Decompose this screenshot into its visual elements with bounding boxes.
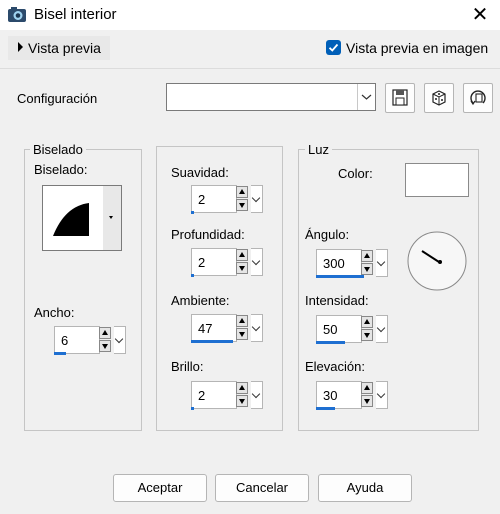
shininess-label: Brillo: [168,359,207,374]
angle-up-arrow-icon[interactable] [361,250,373,262]
ambient-spinner[interactable]: 47 [191,314,265,344]
ambient-up-arrow-icon[interactable] [236,315,248,327]
smoothness-level-bar [191,211,194,214]
depth-label: Profundidad: [168,227,248,242]
width-level-bar [54,352,66,355]
shininess-input[interactable]: 2 [191,381,237,409]
preview-in-image-label: Vista previa en imagen [346,40,489,56]
bevel-label: Biselado: [34,162,88,177]
ambient-input[interactable]: 47 [191,314,237,342]
shininess-up-arrow-icon[interactable] [236,382,248,394]
angle-input[interactable]: 300 [316,249,362,277]
angle-label: Ángulo: [305,227,350,242]
angle-dropdown-chevron-icon[interactable] [376,249,388,277]
save-preset-button[interactable] [385,83,415,113]
window-title: Bisel interior [34,6,117,23]
smoothness-up-arrow-icon[interactable] [236,186,248,198]
bevel-shape-picker[interactable] [42,185,122,251]
width-spinner[interactable]: 6 [54,326,128,356]
angle-down-arrow-icon[interactable] [361,263,373,275]
shininess-spinner[interactable]: 2 [191,381,265,411]
bevel-group-title: Biselado [30,142,86,157]
light-color-label: Color: [338,166,373,181]
ambient-dropdown-chevron-icon[interactable] [251,314,263,342]
angle-dial[interactable] [406,230,468,292]
close-icon[interactable]: ✕ [468,4,492,26]
intensity-dropdown-chevron-icon[interactable] [376,315,388,343]
divider [0,68,500,69]
ambient-level-bar [191,340,233,343]
width-down-arrow-icon[interactable] [99,340,111,352]
elevation-spinner[interactable]: 30 [316,381,390,411]
depth-dropdown-chevron-icon[interactable] [251,248,263,276]
intensity-spinner[interactable]: 50 [316,315,390,345]
elevation-up-arrow-icon[interactable] [361,382,373,394]
app-icon [8,7,26,22]
bevel-shape-preview-icon [53,186,121,250]
depth-level-bar [191,274,194,277]
width-label: Ancho: [34,305,75,320]
preview-toggle[interactable]: Vista previa [8,36,110,60]
elevation-down-arrow-icon[interactable] [361,395,373,407]
ok-button[interactable]: Aceptar [113,474,207,502]
cancel-button[interactable]: Cancelar [215,474,309,502]
elevation-dropdown-chevron-icon[interactable] [376,381,388,409]
intensity-down-arrow-icon[interactable] [361,329,373,341]
light-color-swatch[interactable] [405,163,469,197]
reset-button[interactable] [463,83,493,113]
checkmark-icon [328,43,339,52]
width-input[interactable]: 6 [54,326,100,354]
angle-level-bar [316,275,364,278]
width-up-arrow-icon[interactable] [99,327,111,339]
depth-input[interactable]: 2 [191,248,237,276]
depth-spinner[interactable]: 2 [191,248,265,278]
dice-icon [432,90,446,106]
depth-up-arrow-icon[interactable] [236,249,248,261]
chevron-down-icon[interactable] [357,84,375,110]
help-button[interactable]: Ayuda [318,474,412,502]
intensity-level-bar [316,341,345,344]
ambient-label: Ambiente: [168,293,233,308]
smoothness-label: Suavidad: [168,165,232,180]
expand-triangle-icon [18,42,23,52]
smoothness-input[interactable]: 2 [191,185,237,213]
width-dropdown-chevron-icon[interactable] [114,326,126,354]
preview-in-image-checkbox[interactable] [326,40,341,55]
save-icon [392,89,408,106]
light-group-title: Luz [305,142,332,157]
elevation-level-bar [316,407,335,410]
intensity-label: Intensidad: [305,293,369,308]
config-combo[interactable] [166,83,376,111]
shininess-dropdown-chevron-icon[interactable] [251,381,263,409]
smoothness-dropdown-chevron-icon[interactable] [251,185,263,213]
ambient-down-arrow-icon[interactable] [236,328,248,340]
shininess-down-arrow-icon[interactable] [236,395,248,407]
elevation-input[interactable]: 30 [316,381,362,409]
smoothness-spinner[interactable]: 2 [191,185,265,215]
angle-spinner[interactable]: 300 [316,249,390,279]
intensity-up-arrow-icon[interactable] [361,316,373,328]
depth-down-arrow-icon[interactable] [236,262,248,274]
elevation-label: Elevación: [305,359,365,374]
reset-icon [470,90,486,106]
randomize-button[interactable] [424,83,454,113]
smoothness-down-arrow-icon[interactable] [236,199,248,211]
config-label: Configuración [17,91,98,106]
intensity-input[interactable]: 50 [316,315,362,343]
shininess-level-bar [191,407,194,410]
preview-toggle-label: Vista previa [28,40,101,56]
